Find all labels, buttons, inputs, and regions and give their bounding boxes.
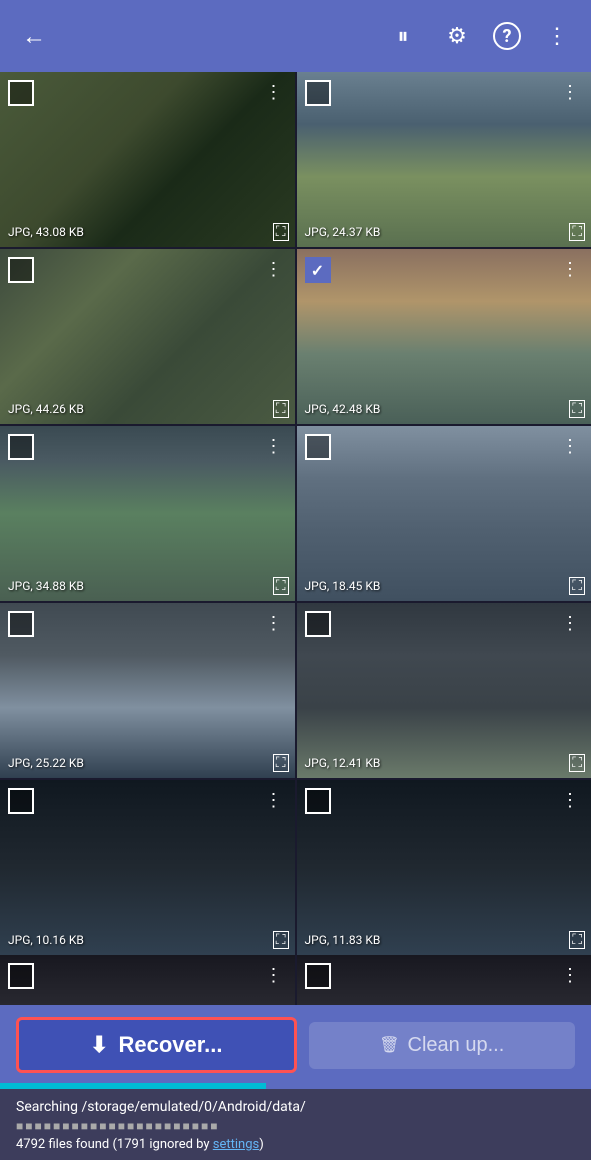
file-info: JPG, 34.88 KB <box>8 579 84 593</box>
list-item: ✓ ⋮ JPG, 42.48 KB ⛶ <box>297 249 591 424</box>
file-info: JPG, 42.48 KB <box>305 402 381 416</box>
app-bar-left <box>16 18 52 54</box>
list-item: ⋮ JPG, 34.88 KB ⛶ <box>0 426 295 601</box>
item-checkbox[interactable] <box>8 257 34 283</box>
item-menu-button[interactable]: ⋮ <box>557 80 583 105</box>
pause-button[interactable] <box>385 18 421 54</box>
item-menu-button[interactable]: ⋮ <box>261 963 287 988</box>
item-checkbox[interactable] <box>8 788 34 814</box>
files-count: 4792 files found (1791 ignored by <box>16 1137 213 1152</box>
list-item: ⋮ JPG, 44.26 KB ⛶ <box>0 249 295 424</box>
list-item: ⋮ JPG, 43.08 KB ⛶ <box>0 72 295 247</box>
expand-icon[interactable]: ⛶ <box>273 754 289 772</box>
recover-button[interactable]: ⬇ Recover... <box>16 1017 297 1073</box>
progress-bar <box>0 1083 266 1089</box>
expand-icon[interactable]: ⛶ <box>569 400 585 418</box>
item-menu-button[interactable]: ⋮ <box>557 434 583 459</box>
redacted-text: ■■■■■■■■■■■■■■■■■■■■■■ <box>16 1119 575 1133</box>
expand-icon[interactable]: ⛶ <box>273 400 289 418</box>
list-item: ⋮ JPG, 18.45 KB ⛶ <box>297 426 591 601</box>
expand-icon[interactable]: ⛶ <box>273 577 289 595</box>
status-bar: Searching /storage/emulated/0/Android/da… <box>0 1089 591 1160</box>
cleanup-label: Clean up... <box>408 1034 505 1057</box>
progress-area <box>0 1083 591 1089</box>
recover-label: Recover... <box>118 1032 222 1058</box>
file-info: JPG, 44.26 KB <box>8 402 84 416</box>
file-info: JPG, 25.22 KB <box>8 756 84 770</box>
app-bar: ? <box>0 0 591 72</box>
item-menu-button[interactable]: ⋮ <box>261 788 287 813</box>
cleanup-icon: 🗑 <box>379 1035 399 1055</box>
close-paren: ) <box>259 1137 264 1152</box>
expand-icon[interactable]: ⛶ <box>569 754 585 772</box>
item-checkbox[interactable] <box>8 80 34 106</box>
item-checkbox[interactable] <box>305 788 331 814</box>
file-info: JPG, 24.37 KB <box>305 225 381 239</box>
list-item: ⋮ JPG, 11.83 KB ⛶ <box>297 780 591 955</box>
files-found: 4792 files found (1791 ignored by settin… <box>16 1137 575 1152</box>
file-info: JPG, 18.45 KB <box>305 579 381 593</box>
item-checkbox[interactable]: ✓ <box>305 257 331 283</box>
list-item: ⋮ JPG, 12.41 KB ⛶ <box>297 603 591 778</box>
settings-link[interactable]: settings <box>213 1137 259 1152</box>
list-item: ⋮ JPG, 24.37 KB ⛶ <box>297 72 591 247</box>
item-menu-button[interactable]: ⋮ <box>261 434 287 459</box>
bottom-bar: ⬇ Recover... 🗑 Clean up... <box>0 1005 591 1083</box>
item-checkbox[interactable] <box>8 963 34 989</box>
search-path: Searching /storage/emulated/0/Android/da… <box>16 1099 575 1115</box>
settings-button[interactable] <box>439 18 475 54</box>
expand-icon[interactable]: ⛶ <box>569 577 585 595</box>
item-menu-button[interactable]: ⋮ <box>261 80 287 105</box>
item-menu-button[interactable]: ⋮ <box>261 257 287 282</box>
app-bar-right: ? <box>385 18 575 54</box>
list-item: ⋮ JPG, 10.16 KB ⛶ <box>0 780 295 955</box>
list-item: ⋮ <box>0 955 295 1005</box>
file-info: JPG, 11.83 KB <box>305 933 381 947</box>
list-item: ⋮ <box>297 955 591 1005</box>
item-menu-button[interactable]: ⋮ <box>557 963 583 988</box>
item-checkbox[interactable] <box>305 611 331 637</box>
item-checkbox[interactable] <box>305 80 331 106</box>
help-button[interactable]: ? <box>493 22 521 50</box>
item-menu-button[interactable]: ⋮ <box>261 611 287 636</box>
item-menu-button[interactable]: ⋮ <box>557 257 583 282</box>
recover-icon: ⬇ <box>90 1032 108 1058</box>
expand-icon[interactable]: ⛶ <box>273 223 289 241</box>
list-item: ⋮ JPG, 25.22 KB ⛶ <box>0 603 295 778</box>
file-info: JPG, 12.41 KB <box>305 756 381 770</box>
expand-icon[interactable]: ⛶ <box>569 931 585 949</box>
image-grid: ⋮ JPG, 43.08 KB ⛶ ⋮ JPG, 24.37 KB ⛶ ⋮ JPG, 44.2… <box>0 72 591 955</box>
item-checkbox[interactable] <box>8 434 34 460</box>
partial-row: ⋮ ⋮ <box>0 955 591 1005</box>
expand-icon[interactable]: ⛶ <box>569 223 585 241</box>
expand-icon[interactable]: ⛶ <box>273 931 289 949</box>
more-menu-button[interactable] <box>539 18 575 54</box>
file-info: JPG, 43.08 KB <box>8 225 84 239</box>
item-checkbox[interactable] <box>305 434 331 460</box>
file-info: JPG, 10.16 KB <box>8 933 84 947</box>
back-button[interactable] <box>16 18 52 54</box>
item-menu-button[interactable]: ⋮ <box>557 611 583 636</box>
item-checkbox[interactable] <box>305 963 331 989</box>
cleanup-button[interactable]: 🗑 Clean up... <box>309 1022 576 1069</box>
item-menu-button[interactable]: ⋮ <box>557 788 583 813</box>
item-checkbox[interactable] <box>8 611 34 637</box>
